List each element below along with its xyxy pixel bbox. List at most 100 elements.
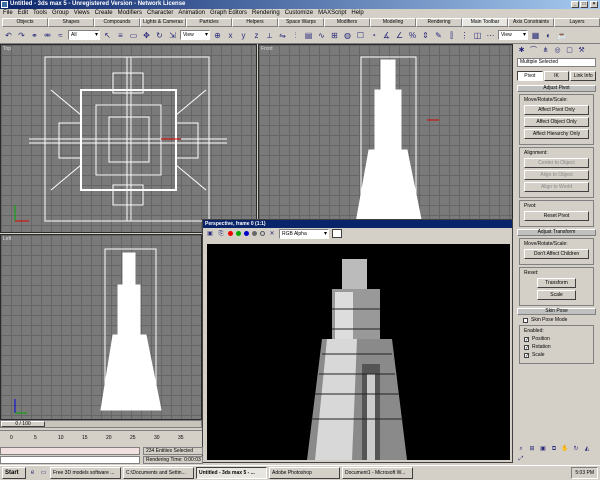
utilities-tab-icon[interactable]: ⚒	[577, 46, 586, 55]
adjust-transform-rollout[interactable]: Adjust Transform	[517, 229, 596, 236]
align-to-world-button[interactable]: Align to World	[524, 182, 589, 192]
mirror-icon[interactable]: ⇋	[277, 30, 288, 41]
curve-editor-icon[interactable]: ∿	[316, 30, 327, 41]
menu-item-character[interactable]: Character	[147, 10, 173, 16]
bind-spacewarp-icon[interactable]: ≈	[55, 30, 66, 41]
zoom-extents-all-icon[interactable]: ⧉	[549, 445, 559, 454]
taskbar-item[interactable]: Free 3D models software ...	[50, 467, 121, 479]
red-channel-icon[interactable]	[228, 231, 233, 236]
zoom-all-icon[interactable]: ⊞	[527, 445, 537, 454]
maximize-viewport-icon[interactable]: ⤢	[516, 455, 526, 464]
tab-particles[interactable]: Particles	[186, 18, 232, 27]
menu-item-create[interactable]: Create	[95, 10, 113, 16]
timeline[interactable]: 0 / 100 0 5 10 15 20 25 30 35	[0, 420, 202, 446]
menu-item-rendering[interactable]: Rendering	[252, 10, 280, 16]
restrict-z-icon[interactable]: z	[251, 30, 262, 41]
select-by-name-icon[interactable]: ≡	[115, 30, 126, 41]
skin-pose-rollout[interactable]: Skin Pose	[517, 308, 596, 315]
tab-helpers[interactable]: Helpers	[232, 18, 278, 27]
viewport-left[interactable]: Left	[0, 234, 202, 420]
restrict-y-icon[interactable]: y	[238, 30, 249, 41]
field-of-view-icon[interactable]: ◭	[582, 445, 592, 454]
affect-object-only-button[interactable]: Affect Object Only	[524, 117, 589, 127]
undo-icon[interactable]: ↶	[3, 30, 14, 41]
blue-channel-icon[interactable]	[244, 231, 249, 236]
menu-item-group[interactable]: Group	[52, 10, 69, 16]
angle-snap-icon[interactable]: ∠	[394, 30, 405, 41]
snap-toggle-icon[interactable]: ∡	[381, 30, 392, 41]
reference-coordinate-combo[interactable]: View	[180, 30, 210, 40]
modify-tab-icon[interactable]: ⌒	[529, 46, 538, 55]
arc-rotate-icon[interactable]: ↻	[571, 445, 581, 454]
select-move-icon[interactable]: ✥	[141, 30, 152, 41]
view-combo[interactable]: View	[498, 30, 528, 40]
tab-layers[interactable]: Layers	[554, 18, 600, 27]
motion-tab-icon[interactable]: ◎	[553, 46, 562, 55]
dont-affect-children-button[interactable]: Don't Affect Children	[524, 249, 589, 259]
tab-objects[interactable]: Objects	[2, 18, 48, 27]
select-scale-icon[interactable]: ⇲	[167, 30, 178, 41]
alpha-channel-icon[interactable]	[252, 231, 257, 236]
selection-name-field[interactable]: Multiple Selected	[517, 58, 596, 67]
position-checkbox[interactable]: ✓ Position	[524, 336, 589, 342]
create-tab-icon[interactable]: ✱	[517, 46, 526, 55]
rotation-check-icon[interactable]: ✓	[524, 344, 529, 350]
quicklaunch-ie-icon[interactable]: e	[28, 469, 37, 478]
maximize-button[interactable]: □	[580, 1, 588, 8]
quick-render-icon[interactable]: ◔	[368, 30, 379, 41]
zoom-icon[interactable]: ⌕	[516, 445, 526, 454]
tab-lights-cameras[interactable]: Lights & Cameras	[140, 18, 186, 27]
menu-item-graph-editors[interactable]: Graph Editors	[210, 10, 247, 16]
scale-checkbox[interactable]: ✓ Scale	[524, 352, 589, 358]
unlink-icon[interactable]: ⚮	[42, 30, 53, 41]
quicklaunch-desktop-icon[interactable]: ▭	[39, 469, 48, 478]
viewport-top[interactable]: Top	[0, 44, 257, 233]
maxscript-listener[interactable]	[0, 447, 140, 455]
restrict-plane-icon[interactable]: ⟂	[264, 30, 275, 41]
menu-item-maxscript[interactable]: MAXScript	[318, 10, 346, 16]
taskbar-item[interactable]: C:\Documents and Settin...	[123, 467, 194, 479]
adjust-pivot-rollout[interactable]: Adjust Pivot	[517, 85, 596, 92]
affect-hierarchy-only-button[interactable]: Affect Hierarchy Only	[524, 129, 589, 139]
selection-filter-combo[interactable]: All	[68, 30, 100, 40]
taskbar-item[interactable]: Untitled - 3ds max 5 - ...	[196, 467, 267, 479]
menu-item-file[interactable]: File	[3, 10, 13, 16]
render-last-icon[interactable]: ◐	[543, 30, 554, 41]
minimize-button[interactable]: _	[571, 1, 579, 8]
transform-button[interactable]: Transform	[537, 278, 576, 288]
select-link-icon[interactable]: ⚭	[29, 30, 40, 41]
close-button[interactable]: ×	[590, 1, 598, 8]
menu-item-tools[interactable]: Tools	[33, 10, 47, 16]
scale-button[interactable]: Scale	[537, 290, 576, 300]
schematic-view-icon[interactable]: ⊞	[329, 30, 340, 41]
time-slider[interactable]: 0 / 100	[0, 420, 202, 428]
scale-check-icon[interactable]: ✓	[524, 352, 529, 358]
render-type-icon[interactable]: ▦	[530, 30, 541, 41]
display-tab-icon[interactable]: ▢	[565, 46, 574, 55]
taskbar-item[interactable]: Document1 - Microsoft W...	[342, 467, 413, 479]
mono-channel-icon[interactable]	[260, 231, 265, 236]
save-bitmap-icon[interactable]: ▣	[206, 230, 214, 238]
mirror2-icon[interactable]: ⫿	[446, 30, 457, 41]
tab-modeling[interactable]: Modeling	[370, 18, 416, 27]
ik-tab[interactable]: IK	[543, 71, 570, 81]
layer-manager-icon[interactable]: ▤	[303, 30, 314, 41]
rotation-checkbox[interactable]: ✓ Rotation	[524, 344, 589, 350]
array-icon[interactable]: ⋮	[459, 30, 470, 41]
render-scene-icon[interactable]: ☐	[355, 30, 366, 41]
pivot-center-icon[interactable]: ⊕	[212, 30, 223, 41]
reset-pivot-button[interactable]: Reset Pivot	[524, 211, 589, 221]
tab-main-toolbar[interactable]: Main Toolbar	[462, 18, 508, 27]
hierarchy-tab-icon[interactable]: ⋔	[541, 46, 550, 55]
channel-combo[interactable]: RGB Alpha	[279, 228, 329, 239]
menu-item-views[interactable]: Views	[74, 10, 90, 16]
material-editor-icon[interactable]: ◍	[342, 30, 353, 41]
menu-item-modifiers[interactable]: Modifiers	[118, 10, 142, 16]
region-select-icon[interactable]: ▭	[128, 30, 139, 41]
app-icon[interactable]	[1, 1, 8, 8]
snapshot-icon[interactable]: ◫	[472, 30, 483, 41]
clear-icon[interactable]: ✕	[268, 230, 276, 238]
percent-snap-icon[interactable]: %	[407, 30, 418, 41]
spacing-icon[interactable]: ⋯	[485, 30, 496, 41]
time-slider-thumb[interactable]: 0 / 100	[1, 421, 45, 427]
